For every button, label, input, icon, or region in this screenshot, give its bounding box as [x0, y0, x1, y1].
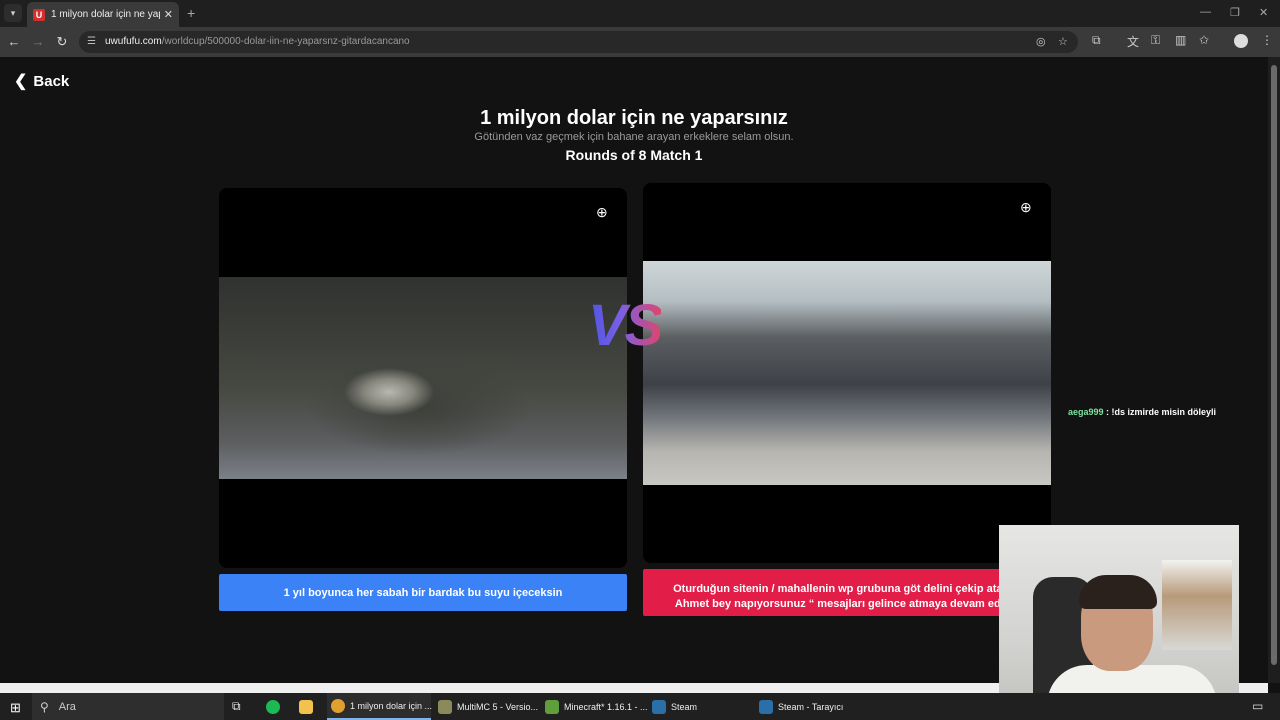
- scroll-thumb[interactable]: [1271, 65, 1277, 665]
- tab-close-icon[interactable]: ✕: [164, 8, 173, 21]
- choice-card-right[interactable]: ⊕: [643, 183, 1051, 563]
- windows-start-icon[interactable]: ⊞: [10, 700, 21, 716]
- translate-icon[interactable]: 文: [1127, 33, 1139, 50]
- multimc-icon: [438, 699, 452, 714]
- chat-overlay: aega999 : !ds izmirde misin döleyli: [1068, 407, 1216, 417]
- chrome-icon: [331, 698, 345, 713]
- vertical-scrollbar[interactable]: [1268, 57, 1280, 683]
- choice-card-left[interactable]: ⊕: [219, 188, 627, 568]
- site-info-icon[interactable]: ☰: [87, 36, 96, 47]
- minimize-icon[interactable]: —: [1200, 6, 1211, 18]
- taskbar-item-label: Minecraft* 1.16.1 - ...: [564, 701, 648, 712]
- back-label: Back: [33, 72, 70, 90]
- chat-message: : !ds izmirde misin döleyli: [1103, 407, 1217, 417]
- reading-mode-icon[interactable]: ▥: [1175, 33, 1186, 47]
- taskbar-item-label: Steam - Tarayıcı: [778, 701, 844, 712]
- steam-icon: [652, 699, 666, 714]
- chat-username: aega999: [1068, 407, 1104, 417]
- profile-avatar[interactable]: [1234, 34, 1248, 48]
- webcam-overlay: [999, 525, 1239, 720]
- choice-right-line1: Oturduğun sitenin / mahallenin wp grubun…: [673, 582, 1021, 595]
- tab-search-icon[interactable]: ▾: [4, 4, 22, 22]
- choice-button-right[interactable]: Oturduğun sitenin / mahallenin wp grubun…: [643, 569, 1051, 616]
- taskbar-item-chrome[interactable]: 1 milyon dolar için ...: [327, 693, 433, 720]
- webcam-shelf: [1162, 560, 1232, 650]
- back-link[interactable]: ❮ Back: [14, 71, 69, 91]
- favorites-icon[interactable]: ✩: [1199, 33, 1209, 47]
- vs-label: VS: [588, 293, 663, 358]
- new-tab-icon[interactable]: +: [187, 5, 195, 21]
- extensions-icon[interactable]: ⧉: [1092, 33, 1101, 48]
- file-explorer-icon[interactable]: [299, 693, 318, 720]
- page-title: 1 milyon dolar için ne yaparsınız: [480, 107, 788, 129]
- favicon-icon: U: [33, 8, 45, 21]
- task-view-icon[interactable]: ⧉: [232, 693, 241, 720]
- choice-button-left[interactable]: 1 yıl boyunca her sabah bir bardak bu su…: [219, 574, 627, 611]
- page-subtitle: Götünden vaz geçmek için bahane arayan e…: [474, 131, 794, 143]
- minecraft-icon: [545, 699, 559, 714]
- taskbar-item-label: Steam: [671, 701, 698, 712]
- menu-dots-icon[interactable]: ⋮: [1261, 33, 1273, 47]
- back-arrow-icon[interactable]: ←: [6, 34, 22, 49]
- eye-off-icon[interactable]: ◎: [1036, 35, 1046, 48]
- taskbar-search[interactable]: ⚲ Ara: [32, 693, 224, 720]
- address-bar[interactable]: ☰ uwufufu.com/worldcup/500000-dolar-iin-…: [79, 31, 1078, 53]
- taskbar-item-multimc[interactable]: MultiMC 5 - Versio...: [434, 693, 538, 720]
- browser-tab-bar: ▾ U 1 milyon dolar için ne yaparsınız ✕ …: [0, 0, 1280, 27]
- taskbar-item-label: MultiMC 5 - Versio...: [457, 701, 539, 712]
- webcam-person-hair: [1079, 575, 1157, 609]
- round-indicator: Rounds of 8 Match 1: [565, 147, 703, 163]
- browser-toolbar: ← → ↻ ☰ uwufufu.com/worldcup/500000-dola…: [0, 27, 1280, 57]
- reload-icon[interactable]: ↻: [54, 34, 70, 50]
- password-key-icon[interactable]: ⚿: [1151, 33, 1160, 48]
- choice-image-left[interactable]: [219, 277, 627, 479]
- choice-left-label: 1 yıl boyunca her sabah bir bardak bu su…: [283, 586, 563, 599]
- spotify-icon[interactable]: [266, 693, 285, 720]
- url-text[interactable]: uwufufu.com/worldcup/500000-dolar-iin-ne…: [105, 36, 410, 47]
- search-placeholder: Ara: [58, 700, 76, 713]
- chevron-left-icon: ❮: [14, 73, 28, 90]
- tab-active[interactable]: U 1 milyon dolar için ne yaparsınız ✕: [27, 2, 179, 27]
- steam-icon: [759, 699, 773, 714]
- close-window-icon[interactable]: ✕: [1259, 6, 1268, 19]
- forward-arrow-icon[interactable]: →: [30, 34, 46, 49]
- zoom-in-icon[interactable]: ⊕: [1020, 199, 1032, 216]
- tab-title: 1 milyon dolar için ne yaparsınız: [51, 9, 160, 20]
- taskbar-item-steam-browser[interactable]: Steam - Tarayıcı: [755, 693, 859, 720]
- windows-taskbar: ⊞ ⚲ Ara ⧉ 1 milyon dolar için ... MultiM…: [0, 693, 1280, 720]
- choice-image-right[interactable]: [643, 261, 1051, 485]
- notification-icon[interactable]: ▭: [1252, 699, 1263, 713]
- zoom-in-icon[interactable]: ⊕: [596, 204, 608, 221]
- taskbar-item-label: 1 milyon dolar için ...: [350, 700, 433, 711]
- taskbar-item-steam[interactable]: Steam: [648, 693, 752, 720]
- bookmark-star-icon[interactable]: ☆: [1058, 35, 1068, 48]
- restore-icon[interactable]: ❐: [1230, 6, 1240, 19]
- search-icon: ⚲: [40, 699, 49, 714]
- choice-right-line2: Ahmet bey napıyorsunuz “ mesajları gelin…: [674, 597, 1020, 610]
- taskbar-item-minecraft[interactable]: Minecraft* 1.16.1 - ...: [541, 693, 648, 720]
